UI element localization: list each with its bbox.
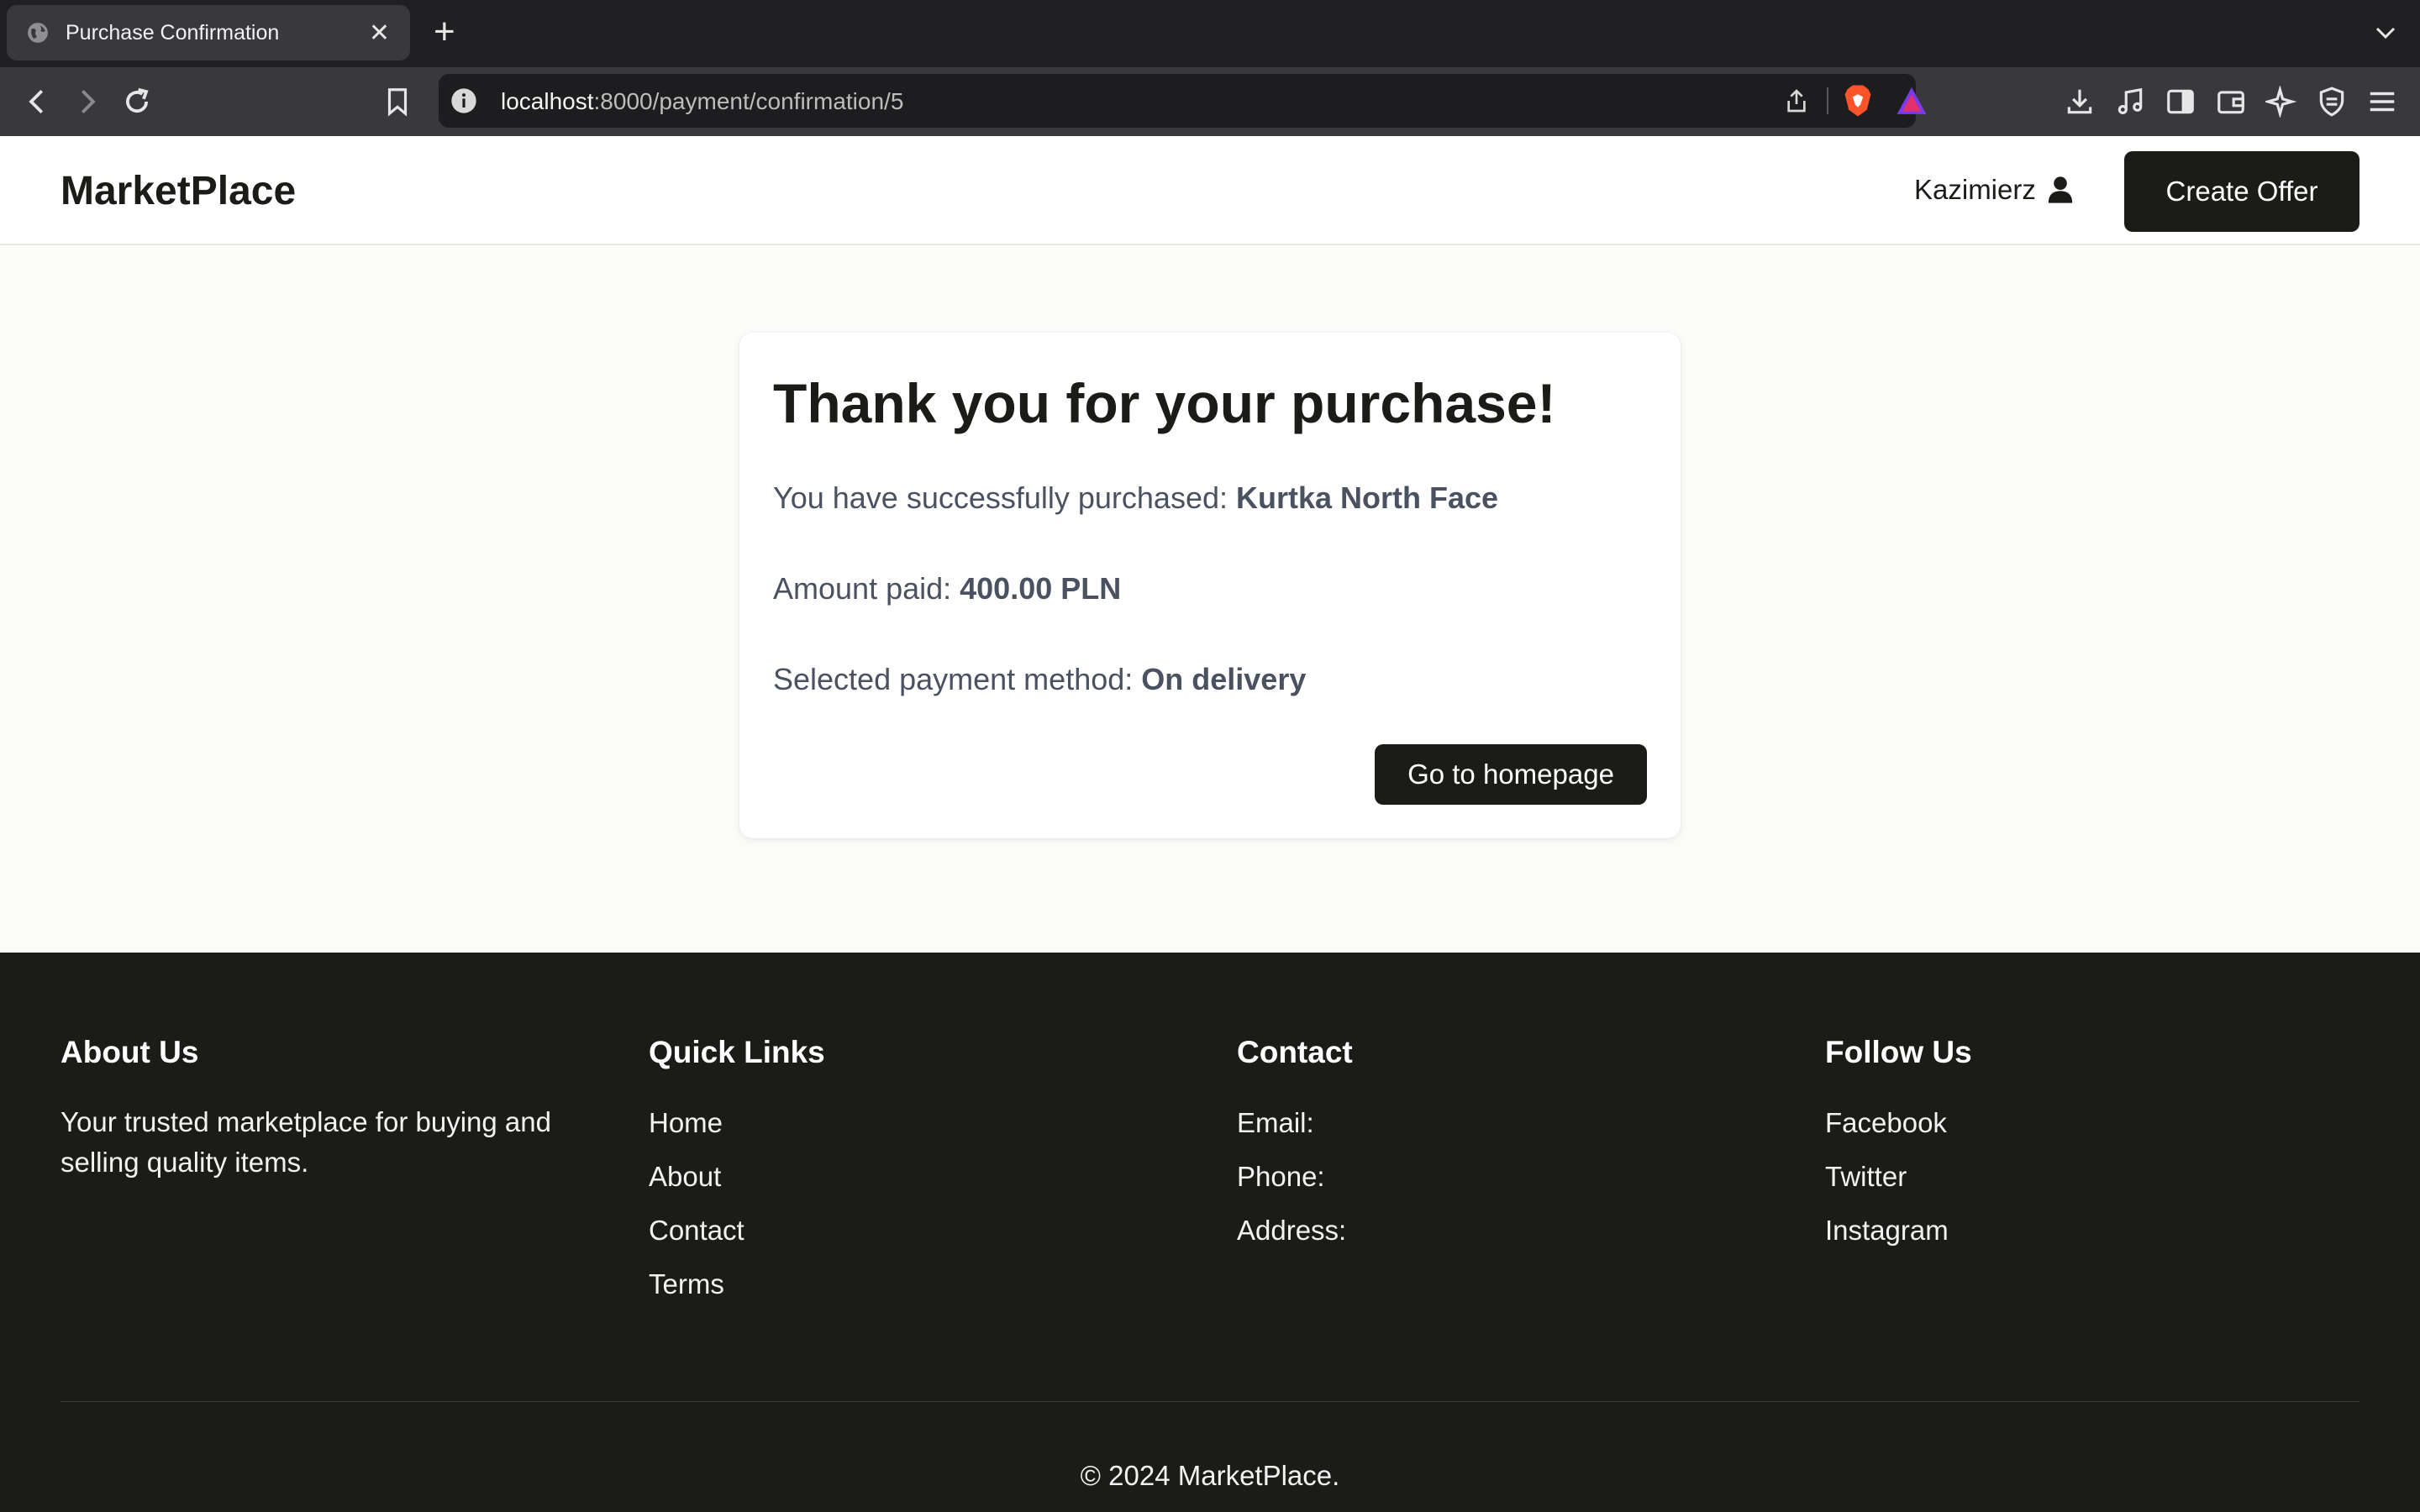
back-icon[interactable] — [22, 86, 54, 118]
leo-ai-icon[interactable] — [2265, 86, 2297, 118]
address-bar[interactable]: localhost:8000/payment/confirmation/5 — [439, 74, 1927, 128]
footer-quick-links-heading: Quick Links — [649, 1035, 825, 1069]
vpn-shield-icon[interactable] — [2316, 86, 2348, 118]
payment-method-line: Selected payment method: On delivery — [773, 662, 1306, 697]
payment-method-value: On delivery — [1141, 662, 1307, 696]
brave-rewards-icon[interactable] — [1896, 86, 1928, 116]
purchased-item-name: Kurtka North Face — [1236, 480, 1499, 515]
url-host: localhost — [501, 88, 594, 114]
menu-icon[interactable] — [2366, 86, 2398, 118]
browser-tab-bar: Purchase Confirmation ✕ + — [0, 0, 2420, 67]
create-offer-button[interactable]: Create Offer — [2124, 151, 2360, 232]
download-icon[interactable] — [2064, 86, 2096, 118]
footer-contact: Contact Email: Phone: Address: — [1237, 1035, 1353, 1246]
user-menu[interactable]: Kazimierz — [1914, 174, 2073, 206]
footer-link-about[interactable]: About — [649, 1161, 721, 1193]
close-tab-icon[interactable]: ✕ — [369, 18, 390, 48]
chevron-down-icon[interactable] — [2373, 20, 2398, 45]
sidebar-icon[interactable] — [2165, 86, 2196, 118]
site-footer: About Us Your trusted marketplace for bu… — [0, 953, 2420, 1512]
new-tab-icon[interactable]: + — [434, 13, 455, 50]
site-info-icon[interactable] — [450, 87, 477, 114]
confirmation-title: Thank you for your purchase! — [773, 372, 1556, 434]
purchased-label: You have successfully purchased: — [773, 480, 1237, 515]
go-to-homepage-button[interactable]: Go to homepage — [1375, 744, 1647, 805]
footer-link-facebook[interactable]: Facebook — [1825, 1107, 1947, 1139]
confirmation-card: Thank you for your purchase! You have su… — [739, 333, 1681, 838]
footer-about-text: Your trusted marketplace for buying and … — [60, 1106, 551, 1178]
footer-link-terms[interactable]: Terms — [649, 1268, 724, 1300]
user-icon — [2048, 176, 2073, 203]
footer-contact-address: Address: — [1237, 1215, 1347, 1246]
url-text: localhost:8000/payment/confirmation/5 — [501, 88, 903, 115]
payment-label: Selected payment method: — [773, 662, 1142, 696]
browser-tab[interactable]: Purchase Confirmation ✕ — [7, 5, 410, 60]
forward-icon[interactable] — [71, 86, 103, 118]
purchased-item-line: You have successfully purchased: Kurtka … — [773, 480, 1498, 516]
browser-toolbar: localhost:8000/payment/confirmation/5 — [0, 67, 2420, 136]
footer-copyright: © 2024 MarketPlace. — [1080, 1460, 1340, 1491]
reload-icon[interactable] — [121, 86, 153, 118]
site-logo[interactable]: MarketPlace — [60, 168, 296, 214]
brave-shields-icon[interactable] — [1842, 84, 1874, 118]
url-path: :8000/payment/confirmation/5 — [593, 88, 904, 114]
site-header: MarketPlace Kazimierz Create Offer — [0, 136, 2420, 245]
amount-value: 400.00 PLN — [960, 571, 1122, 606]
media-icon[interactable] — [2114, 86, 2146, 118]
footer-link-home[interactable]: Home — [649, 1107, 723, 1139]
footer-contact-heading: Contact — [1237, 1035, 1353, 1069]
globe-icon — [28, 23, 48, 43]
footer-follow: Follow Us Facebook Twitter Instagram — [1825, 1035, 1972, 1246]
wallet-icon[interactable] — [2215, 86, 2247, 118]
amount-paid-line: Amount paid: 400.00 PLN — [773, 571, 1121, 606]
footer-link-twitter[interactable]: Twitter — [1825, 1161, 1907, 1193]
share-icon[interactable] — [1783, 87, 1810, 114]
footer-divider — [60, 1401, 2360, 1402]
tab-title: Purchase Confirmation — [66, 20, 280, 45]
footer-about: About Us Your trusted marketplace for bu… — [60, 1035, 551, 1178]
footer-about-heading: About Us — [60, 1035, 199, 1069]
footer-link-contact[interactable]: Contact — [649, 1215, 744, 1247]
user-name: Kazimierz — [1914, 174, 2036, 205]
footer-contact-phone: Phone: — [1237, 1161, 1325, 1192]
footer-follow-heading: Follow Us — [1825, 1035, 1972, 1069]
urlbar-divider — [1827, 87, 1828, 114]
bookmark-icon[interactable] — [381, 86, 413, 118]
amount-label: Amount paid: — [773, 571, 960, 606]
footer-link-instagram[interactable]: Instagram — [1825, 1215, 1949, 1247]
footer-contact-email: Email: — [1237, 1107, 1314, 1138]
footer-quick-links: Quick Links Home About Contact Terms — [649, 1035, 825, 1299]
